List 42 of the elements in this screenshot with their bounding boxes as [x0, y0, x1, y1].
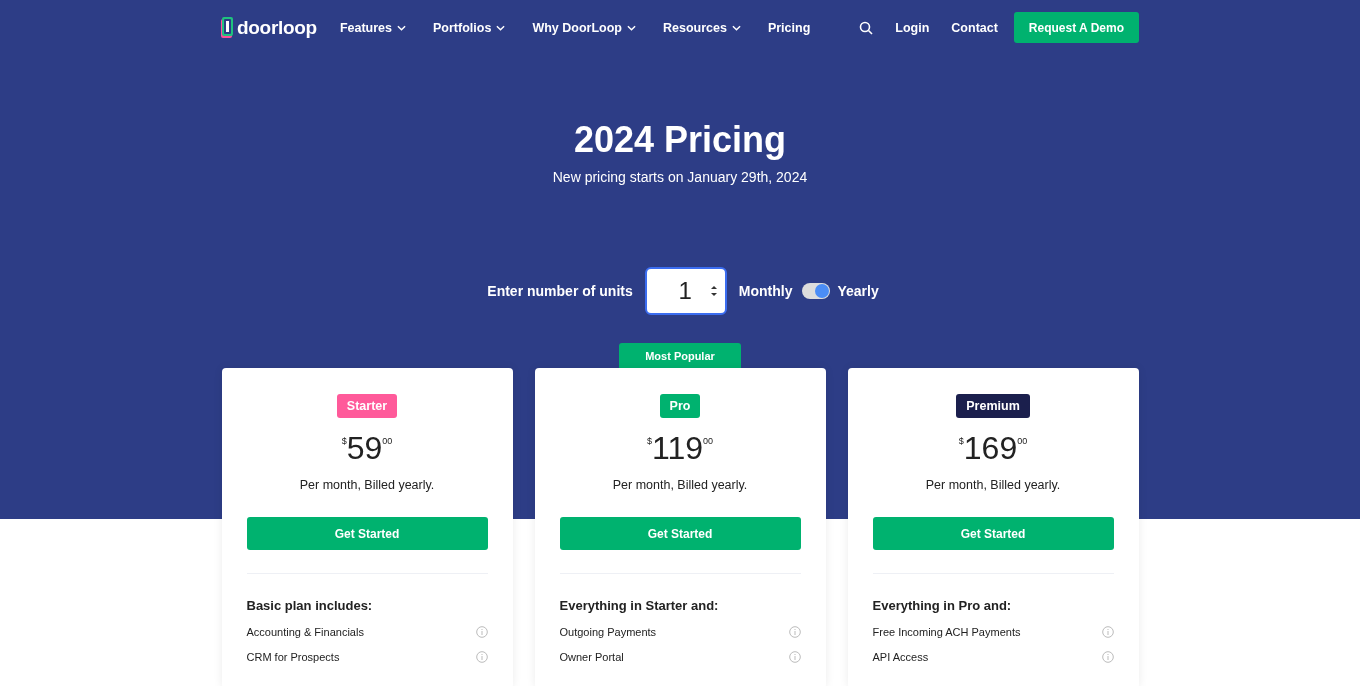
feature-text: Accounting & Financials: [246, 626, 364, 638]
plan-badge: Premium: [956, 394, 1030, 418]
logo-text: doorloop: [237, 16, 317, 39]
units-label: Enter number of units: [487, 283, 633, 299]
plan-price: $^{$}$119$^{00}$: [646, 430, 713, 466]
plan-badge: Pro: [659, 394, 701, 418]
nav-link[interactable]: Portfolios: [433, 20, 506, 35]
nav-link[interactable]: Login: [895, 20, 930, 35]
info-icon[interactable]: [1101, 626, 1114, 638]
yearly-label: Yearly: [837, 283, 879, 299]
nav-link[interactable]: Pricing: [767, 20, 811, 35]
info-icon[interactable]: [475, 626, 488, 638]
info-icon[interactable]: [475, 651, 488, 663]
page-title: 2024 Pricing: [572, 118, 788, 162]
nav-link[interactable]: Features: [339, 20, 407, 35]
billing-period: Per month, Billed yearly.: [925, 478, 1061, 492]
feature-text: CRM for Prospects: [246, 651, 340, 663]
features-heading: Everything in Starter and:: [559, 598, 720, 613]
feature-text: API Access: [872, 651, 929, 663]
nav-link[interactable]: Contact: [951, 20, 998, 35]
plan-price: $^{$}$169$^{00}$: [958, 430, 1028, 466]
nav-link[interactable]: Why DoorLoop: [532, 20, 636, 35]
feature-text: Outgoing Payments: [559, 626, 657, 638]
features-heading: Everything in Pro and:: [872, 598, 1013, 613]
plan-price: $^{$}$59$^{00}$: [341, 430, 393, 466]
monthly-label: Monthly: [738, 283, 793, 299]
nav-link[interactable]: Resources: [662, 20, 741, 35]
most-popular-ribbon: Most Popular: [619, 343, 741, 368]
feature-text: Free Incoming ACH Payments: [872, 626, 1021, 638]
info-icon[interactable]: [788, 651, 801, 663]
info-icon[interactable]: [788, 626, 801, 638]
billing-period: Per month, Billed yearly.: [299, 478, 435, 492]
units-field[interactable]: 1: [644, 267, 727, 315]
plan-badge: Starter: [336, 394, 398, 418]
billing-period: Per month, Billed yearly.: [612, 478, 748, 492]
features-heading: Basic plan includes:: [246, 598, 374, 613]
feature-text: Owner Portal: [559, 651, 624, 663]
page-subtitle: New pricing starts on January 29th, 2024: [551, 169, 809, 185]
search-icon[interactable]: [859, 20, 874, 35]
billing-toggle[interactable]: [802, 283, 831, 299]
logo-icon: [220, 15, 234, 40]
info-icon[interactable]: [1101, 651, 1114, 663]
